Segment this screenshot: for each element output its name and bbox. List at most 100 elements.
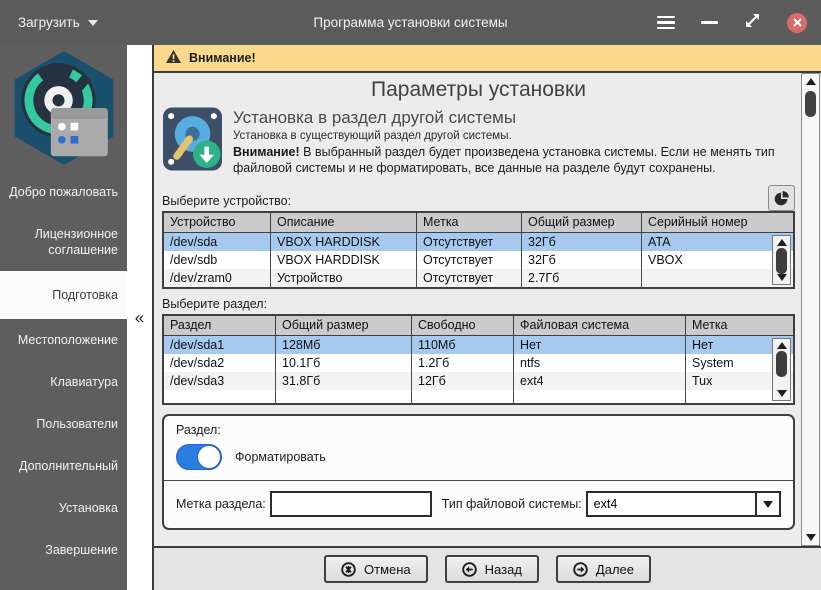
table-cell: 32Гб [522,233,642,251]
sidebar-item-step[interactable]: Клавиатура [0,361,127,403]
scrollbar-thumb[interactable] [776,248,787,274]
scrollbar-thumb[interactable] [805,91,816,117]
column-header[interactable]: Метка [686,316,793,335]
device-label-row: Выберите устройство: [162,185,795,211]
page-title: Параметры установки [371,78,586,101]
table-cell: Отсутствует [417,233,522,251]
table-cell: ATA [648,234,671,249]
table-cell: VBOX HARDDISK [271,251,417,269]
next-button[interactable]: Далее [555,555,651,583]
sidebar-item-step[interactable]: Пользователи [0,403,127,445]
scroll-up-icon[interactable] [776,239,787,246]
column-header[interactable]: Общий размер [522,213,642,232]
warning-triangle-icon [166,50,181,66]
table-row[interactable]: /dev/sda VBOX HARDDISK Отсутствует 32Гб ATA [164,233,793,251]
hamburger-menu-icon[interactable] [657,15,675,30]
sidebar: Добро пожаловать Лицензионное соглашение П… [0,45,127,590]
fs-type-field-label: Тип файловой системы: [441,497,582,511]
scrollbar-thumb[interactable] [776,351,787,377]
scroll-down-icon[interactable] [776,274,787,281]
table-cell [164,390,276,403]
fs-type-selected-value: ext4 [593,497,618,511]
warning-banner: Внимание! [154,45,821,73]
table-cell: 1.2Гб [412,354,514,372]
column-header[interactable]: Серийный номер [642,213,793,232]
column-header[interactable]: Свободно [412,316,514,335]
table-row[interactable]: /dev/sda1 128Мб 110Мб Нет Нет [164,336,793,354]
sidebar-item-step[interactable]: Местоположение [0,319,127,361]
table-cell: ext4 [514,372,686,390]
sidebar-item-active[interactable]: Подготовка [0,271,127,319]
sidebar-item-step[interactable]: Завершение [0,529,127,571]
section-heading: Установка в раздел другой системы [233,108,517,127]
section-subheading: Установка в существующий раздел другой с… [233,130,512,142]
main-vertical-scrollbar[interactable] [801,73,820,546]
arrow-left-circle-icon [461,561,477,577]
column-header[interactable]: Описание [271,213,417,232]
table-cell: VBOX HARDDISK [271,233,417,251]
table-cell: 32Гб [522,251,642,269]
table-row[interactable]: /dev/sda2 10.1Гб 1.2Гб ntfs System [164,354,793,372]
intro-block: Установка в раздел другой системы Устано… [162,106,795,177]
device-table: Устройство Описание Метка Общий размер Серий… [162,211,795,289]
column-header[interactable]: Общий размер [276,316,412,335]
partition-label-field-label: Метка раздела: [176,497,266,511]
select-dropdown-button[interactable] [755,493,779,515]
partition-table-body: /dev/sda1 128Мб 110Мб Нет Нет/dev/sda2 10.1Гб… [164,336,793,403]
arrow-right-circle-icon [573,561,588,577]
close-icon[interactable] [787,12,807,33]
sidebar-item-step[interactable]: Установка [0,487,127,529]
column-header[interactable]: Метка [417,213,522,232]
table-cell [514,390,686,403]
partition-label-input[interactable] [269,491,432,517]
scroll-up-icon[interactable] [805,78,816,85]
scroll-down-icon[interactable] [776,390,787,397]
sidebar-nav: Добро пожаловать Лицензионное соглашение П… [0,171,127,571]
device-section-label: Выберите устройство: [162,194,292,208]
load-menu-label: Загрузить [18,15,80,30]
warning-banner-text: Внимание! [189,51,256,65]
sidebar-collapse-button[interactable]: « [135,308,144,328]
disk-usage-pie-button[interactable] [768,185,795,211]
table-row[interactable]: /dev/sdb VBOX HARDDISK Отсутствует 32Гб VBOX [164,251,793,269]
cancel-button[interactable]: Отмена [324,555,428,583]
device-table-scrollbar[interactable] [772,235,791,285]
table-cell: 12Гб [412,372,514,390]
table-cell: Отсутствует [417,251,522,269]
sidebar-item-step[interactable]: Дополнительный [0,445,127,487]
table-cell: Отсутствует [417,269,522,287]
column-header[interactable]: Устройство [164,213,271,232]
intro-text: Установка в раздел другой системы Устано… [233,106,793,177]
table-row-empty[interactable] [164,390,793,403]
content: Внимание! Параметры установки Установка … [152,45,821,590]
harddisk-download-icon [162,106,223,177]
table-row[interactable]: /dev/zram0 Устройство Отсутствует 2.7Гб [164,269,793,287]
column-header[interactable]: Раздел [164,316,276,335]
table-cell: 110Мб [412,336,514,354]
table-cell: /dev/sda3 [164,372,276,390]
footer-bar: Отмена Назад Далее [154,546,821,590]
scroll-up-icon[interactable] [776,342,787,349]
partition-table-scrollbar[interactable] [772,338,791,401]
sidebar-item-step[interactable]: Добро пожаловать [0,171,127,213]
partition-table-header: Раздел Общий размер Свободно Файловая систе… [164,316,793,336]
column-header[interactable]: Файловая система [514,316,686,335]
table-cell: /dev/sda1 [164,336,276,354]
minimize-icon[interactable] [701,21,718,24]
chevron-down-icon [763,500,773,508]
titlebar: Программа установки системы Загрузить [0,0,821,45]
table-cell: 31.8Гб [276,372,412,390]
groupbox-divider [164,480,793,481]
format-toggle[interactable] [176,444,222,470]
table-cell: /dev/sda [164,233,271,251]
partition-fields-row: Метка раздела: Тип файловой системы: ext… [176,491,781,517]
table-cell: ntfs [514,354,686,372]
scroll-down-icon[interactable] [805,534,816,541]
expand-icon[interactable] [744,12,761,34]
back-button[interactable]: Назад [444,555,539,583]
fs-type-select[interactable]: ext4 [585,491,781,517]
load-menu-button[interactable]: Загрузить [18,15,98,30]
table-cell: VBOX [648,252,683,267]
table-row[interactable]: /dev/sda3 31.8Гб 12Гб ext4 Tux [164,372,793,390]
sidebar-item-step[interactable]: Лицензионное соглашение [0,213,127,271]
